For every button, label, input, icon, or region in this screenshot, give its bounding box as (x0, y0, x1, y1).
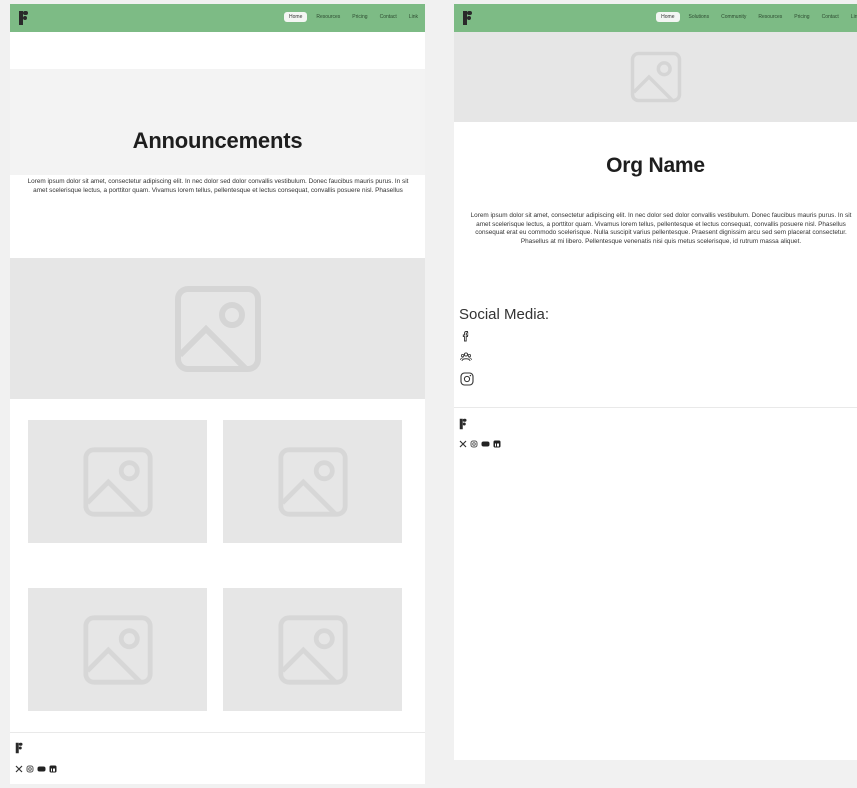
hero-section (10, 69, 425, 175)
x-icon[interactable] (459, 440, 467, 448)
group-icon[interactable] (460, 351, 472, 363)
facebook-icon[interactable] (460, 330, 472, 342)
instagram-icon[interactable] (26, 765, 34, 773)
nav-link[interactable]: Link (848, 12, 857, 22)
nav-links: Home Resources Pricing Contact Link (284, 12, 421, 22)
nav-link[interactable]: Link (406, 12, 421, 22)
instagram-icon[interactable] (460, 372, 474, 386)
instagram-icon[interactable] (470, 440, 478, 448)
linkedin-icon[interactable] (49, 765, 57, 773)
image-placeholder-3 (28, 588, 207, 711)
nav-home[interactable]: Home (284, 12, 308, 22)
hero-image-placeholder (10, 258, 425, 399)
nav-resources[interactable]: Resources (313, 12, 343, 22)
org-page: Home Solutions Community Resources Prici… (454, 4, 857, 760)
youtube-icon[interactable] (481, 440, 490, 448)
org-description: Lorem ipsum dolor sit amet, consectetur … (470, 212, 852, 245)
linkedin-icon[interactable] (493, 440, 501, 448)
x-icon[interactable] (15, 765, 23, 773)
image-icon (174, 285, 261, 372)
footer-social-links (459, 440, 501, 448)
youtube-icon[interactable] (37, 765, 46, 773)
footer-divider (454, 407, 857, 408)
image-placeholder-2 (223, 420, 402, 543)
hero-image-placeholder (454, 32, 857, 122)
footer-divider (10, 732, 425, 733)
nav-resources[interactable]: Resources (755, 12, 785, 22)
body-text: Lorem ipsum dolor sit amet, consectetur … (27, 178, 409, 194)
nav-pricing[interactable]: Pricing (349, 12, 370, 22)
figma-logo-icon[interactable] (462, 10, 474, 26)
image-icon (630, 51, 681, 103)
image-placeholder-4 (223, 588, 402, 711)
nav-links: Home Solutions Community Resources Prici… (656, 12, 857, 22)
footer-figma-logo-icon[interactable] (15, 742, 24, 754)
nav-contact[interactable]: Contact (377, 12, 400, 22)
image-icon (277, 614, 348, 685)
figma-logo-icon[interactable] (18, 10, 30, 26)
image-icon (82, 614, 153, 685)
image-placeholder-1 (28, 420, 207, 543)
top-navigation: Home Solutions Community Resources Prici… (454, 4, 857, 32)
org-title: Org Name (606, 154, 705, 177)
image-icon (277, 446, 348, 517)
social-media-heading: Social Media: (459, 306, 550, 323)
page-title: Announcements (132, 128, 303, 153)
footer-social-links (15, 765, 57, 773)
top-navigation: Home Resources Pricing Contact Link (10, 4, 425, 32)
nav-community[interactable]: Community (718, 12, 749, 22)
nav-pricing[interactable]: Pricing (791, 12, 812, 22)
image-icon (82, 446, 153, 517)
nav-solutions[interactable]: Solutions (686, 12, 713, 22)
nav-home[interactable]: Home (656, 12, 680, 22)
announcements-page: Home Resources Pricing Contact Link Anno… (10, 4, 425, 784)
footer-figma-logo-icon[interactable] (459, 418, 468, 430)
nav-contact[interactable]: Contact (819, 12, 842, 22)
